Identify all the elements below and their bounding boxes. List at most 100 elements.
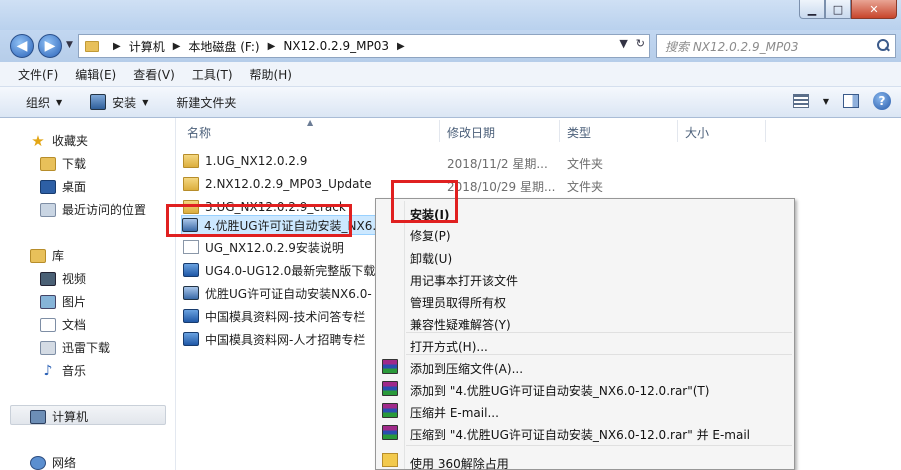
- context-add-archive[interactable]: 添加到压缩文件(A)...: [410, 360, 523, 377]
- chevron-right-icon[interactable]: ▶: [268, 41, 276, 52]
- maximize-button[interactable]: □: [825, 0, 851, 19]
- context-add-to-rar[interactable]: 添加到 "4.优胜UG许可证自动安装_NX6.0-12.0.rar"(T): [410, 382, 709, 399]
- minimize-button[interactable]: ▁: [799, 0, 825, 19]
- nav-videos[interactable]: 视频: [40, 270, 86, 287]
- menu-file[interactable]: 文件(F): [18, 66, 58, 83]
- nav-downloads[interactable]: 下载: [40, 155, 86, 172]
- file-type: 文件夹: [567, 180, 604, 194]
- nav-thunder-label: 迅雷下载: [62, 341, 111, 355]
- forward-button[interactable]: ▶: [38, 34, 62, 58]
- nav-music[interactable]: ♪ 音乐: [40, 362, 86, 379]
- context-open-with[interactable]: 打开方式(H)...: [410, 338, 488, 355]
- nav-libraries[interactable]: 库: [30, 247, 64, 264]
- file-row[interactable]: UG_NX12.0.2.9安装说明: [183, 237, 344, 257]
- file-date: 2018/11/2 星期...: [447, 157, 548, 171]
- file-row[interactable]: 1.UG_NX12.0.2.9: [183, 151, 307, 171]
- breadcrumb-drive[interactable]: 本地磁盘 (F:): [188, 38, 259, 55]
- chevron-right-icon[interactable]: ▶: [113, 41, 121, 52]
- download-manager-icon: [40, 340, 56, 355]
- address-actions: ▼ ↻: [619, 37, 645, 50]
- column-name[interactable]: 名称: [187, 124, 211, 141]
- menu-separator: [406, 445, 792, 446]
- sort-ascending-icon: ▲: [307, 118, 314, 127]
- recent-pages-dropdown[interactable]: ▼: [66, 40, 73, 50]
- view-options-icon[interactable]: [792, 94, 809, 108]
- menu-view[interactable]: 查看(V): [133, 66, 175, 83]
- context-compress-email[interactable]: 压缩并 E-mail...: [410, 404, 499, 421]
- nav-recent[interactable]: 最近访问的位置: [40, 201, 146, 218]
- search-icon[interactable]: [875, 38, 891, 54]
- breadcrumb-folder[interactable]: NX12.0.2.9_MP03: [283, 39, 389, 53]
- chevron-down-icon[interactable]: ▼: [823, 97, 829, 106]
- nav-desktop[interactable]: 桌面: [40, 178, 86, 195]
- nav-thunder[interactable]: 迅雷下载: [40, 339, 110, 356]
- address-bar[interactable]: ▶ 计算机 ▶ 本地磁盘 (F:) ▶ NX12.0.2.9_MP03 ▶ ▼ …: [78, 34, 650, 58]
- shortcut-icon: [183, 332, 199, 346]
- recent-places-icon: [40, 202, 56, 217]
- context-360-unlock[interactable]: 使用 360解除占用: [410, 455, 509, 470]
- context-compat[interactable]: 兼容性疑难解答(Y): [410, 316, 511, 333]
- column-divider[interactable]: [439, 120, 440, 142]
- nav-network[interactable]: 网络: [30, 454, 76, 470]
- column-date[interactable]: 修改日期: [447, 124, 495, 141]
- document-icon: [40, 317, 56, 332]
- library-icon: [30, 248, 46, 263]
- context-repair[interactable]: 修复(P): [410, 227, 451, 244]
- file-name: UG_NX12.0.2.9安装说明: [205, 240, 344, 255]
- file-row[interactable]: 中国模具资料网-技术问答专栏: [183, 306, 365, 326]
- shortcut-icon: [183, 309, 199, 323]
- search-placeholder: 搜索 NX12.0.2.9_MP03: [665, 39, 799, 54]
- column-divider[interactable]: [559, 120, 560, 142]
- file-row[interactable]: 中国模具资料网-人才招聘专栏: [183, 329, 365, 349]
- column-type[interactable]: 类型: [567, 124, 591, 141]
- column-size[interactable]: 大小: [685, 124, 709, 141]
- nav-documents[interactable]: 文档: [40, 316, 86, 333]
- menu-help[interactable]: 帮助(H): [250, 66, 292, 83]
- breadcrumb-computer[interactable]: 计算机: [129, 38, 165, 55]
- nav-desktop-label: 桌面: [62, 180, 87, 194]
- video-icon: [40, 271, 56, 286]
- address-row: ◀ ▶ ▼ ▶ 计算机 ▶ 本地磁盘 (F:) ▶ NX12.0.2.9_MP0…: [0, 30, 901, 62]
- highlight-install-item: [391, 180, 458, 223]
- file-date: 2018/10/29 星期...: [447, 180, 556, 194]
- search-input[interactable]: 搜索 NX12.0.2.9_MP03: [656, 34, 896, 58]
- chevron-down-icon: ▼: [142, 97, 149, 107]
- context-take-ownership[interactable]: 管理员取得所有权: [410, 294, 506, 311]
- breadcrumb: ▶ 计算机 ▶ 本地磁盘 (F:) ▶ NX12.0.2.9_MP03 ▶: [105, 38, 413, 55]
- help-icon[interactable]: ?: [873, 92, 891, 110]
- folder-icon: [183, 177, 199, 191]
- nav-computer[interactable]: 计算机: [30, 408, 88, 425]
- chevron-right-icon[interactable]: ▶: [173, 41, 181, 52]
- install-button[interactable]: 安装 ▼: [90, 94, 148, 111]
- column-divider[interactable]: [677, 120, 678, 142]
- folder-icon: [183, 154, 199, 168]
- file-row[interactable]: 优胜UG许可证自动安装NX6.0-: [183, 283, 372, 303]
- new-folder-button[interactable]: 新建文件夹: [176, 94, 236, 111]
- toolbar-right: ▼ ?: [792, 92, 891, 110]
- address-dropdown-icon[interactable]: ▼: [619, 37, 627, 50]
- context-open-notepad[interactable]: 用记事本打开该文件: [410, 272, 518, 289]
- close-button[interactable]: ✕: [851, 0, 897, 19]
- file-row[interactable]: UG4.0-UG12.0最新完整版下载: [183, 260, 375, 280]
- file-row[interactable]: 2.NX12.0.2.9_MP03_Update: [183, 174, 372, 194]
- chevron-right-icon[interactable]: ▶: [397, 41, 405, 52]
- organize-button[interactable]: 组织 ▼: [26, 94, 62, 111]
- organize-label: 组织: [26, 95, 51, 110]
- column-divider[interactable]: [765, 120, 766, 142]
- nav-recent-label: 最近访问的位置: [62, 203, 147, 217]
- download-folder-icon: [40, 156, 56, 171]
- shortcut-icon: [183, 263, 199, 277]
- context-compress-rar-email[interactable]: 压缩到 "4.优胜UG许可证自动安装_NX6.0-12.0.rar" 并 E-m…: [410, 426, 750, 443]
- winrar-icon: [382, 425, 398, 440]
- preview-pane-icon[interactable]: [843, 94, 859, 108]
- nav-favorites[interactable]: ★ 收藏夹: [30, 132, 88, 149]
- nav-pictures[interactable]: 图片: [40, 293, 86, 310]
- menu-edit[interactable]: 编辑(E): [75, 66, 116, 83]
- refresh-icon[interactable]: ↻: [636, 37, 645, 50]
- context-uninstall[interactable]: 卸载(U): [410, 250, 452, 267]
- nav-computer-label: 计算机: [52, 410, 89, 424]
- title-bar: ▁ □ ✕: [0, 0, 901, 30]
- back-button[interactable]: ◀: [10, 34, 34, 58]
- menu-tools[interactable]: 工具(T): [192, 66, 233, 83]
- star-icon: ★: [31, 131, 45, 150]
